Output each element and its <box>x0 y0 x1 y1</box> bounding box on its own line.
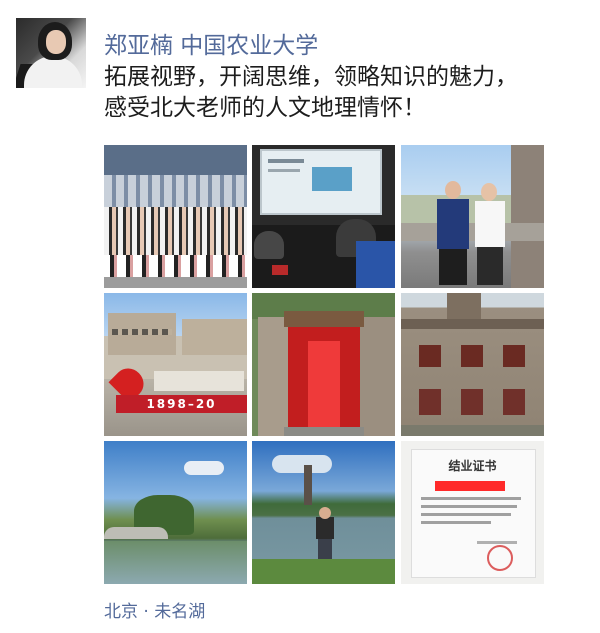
photo-two-men[interactable] <box>401 145 544 288</box>
slide-text <box>268 169 300 172</box>
author-name[interactable]: 郑亚楠 中国农业大学 <box>104 26 318 60</box>
pagoda <box>304 465 312 505</box>
photo-certificate[interactable]: 结业证书 <box>401 441 544 584</box>
redacted-name <box>435 481 505 491</box>
person-blue <box>356 241 395 288</box>
post-text: 拓展视野，开阔思维，领略知识的魅力， 感受北大老师的人文地理情怀！ <box>104 62 584 124</box>
window <box>461 389 483 415</box>
roof <box>104 145 247 175</box>
photo-campus-sign[interactable]: 1898–20 <box>104 293 247 436</box>
photo-lecture[interactable] <box>252 145 395 288</box>
post-text-line: 感受北大老师的人文地理情怀！ <box>104 95 426 121</box>
slide-map <box>312 167 352 191</box>
man-right-pants <box>477 247 503 285</box>
photo-red-gate[interactable] <box>252 293 395 436</box>
man-head <box>319 507 331 519</box>
certificate-line <box>477 541 517 544</box>
photo-brick-building[interactable] <box>401 293 544 436</box>
building-right <box>182 319 247 355</box>
man-right-head <box>481 183 497 201</box>
cloud <box>272 455 332 473</box>
windows <box>112 329 172 335</box>
location-link[interactable]: 北京 · 未名湖 <box>104 597 205 622</box>
window <box>419 345 441 367</box>
crowd <box>104 207 247 255</box>
man-shirt <box>316 517 334 539</box>
certificate-line <box>421 513 511 516</box>
window <box>461 345 483 367</box>
tower <box>447 293 481 321</box>
window <box>419 389 441 415</box>
slide-text <box>268 159 304 163</box>
wall-right <box>360 317 395 436</box>
certificate-line <box>421 497 521 500</box>
certificate-line <box>421 505 517 508</box>
photo-grid: 1898–20 结业证书 <box>104 145 544 584</box>
man-right-shirt <box>475 201 505 247</box>
building <box>511 145 544 288</box>
author-avatar[interactable] <box>16 18 86 88</box>
chair-red <box>272 265 288 275</box>
wall-left <box>258 317 288 436</box>
letters-sign <box>154 371 244 391</box>
avatar-shirt <box>24 56 82 88</box>
window <box>503 345 525 367</box>
eave <box>401 319 544 329</box>
seal-stamp <box>487 545 513 571</box>
ground <box>104 277 247 288</box>
head <box>254 231 284 259</box>
photo-group[interactable] <box>104 145 247 288</box>
man-left-shirt <box>437 199 469 249</box>
stone-bridge <box>104 527 168 539</box>
photo-pagoda-lake[interactable] <box>252 441 395 584</box>
ground <box>401 425 544 436</box>
gate-roof <box>284 311 364 327</box>
lake <box>104 541 247 584</box>
cloud <box>184 461 224 475</box>
window <box>503 389 525 415</box>
man-left-head <box>445 181 461 199</box>
year-banner: 1898–20 <box>116 395 247 413</box>
gate-door <box>308 341 340 431</box>
photo-lake-bridge[interactable] <box>104 441 247 584</box>
avatar-face <box>46 30 66 54</box>
man-left-pants <box>439 249 467 285</box>
wall <box>401 223 544 241</box>
gate-step <box>284 427 364 436</box>
certificate-line <box>421 521 491 524</box>
grass <box>252 559 395 584</box>
facade <box>104 175 247 207</box>
certificate-title: 结业证书 <box>448 459 497 473</box>
post-text-line: 拓展视野，开阔思维，领略知识的魅力， <box>104 64 518 90</box>
